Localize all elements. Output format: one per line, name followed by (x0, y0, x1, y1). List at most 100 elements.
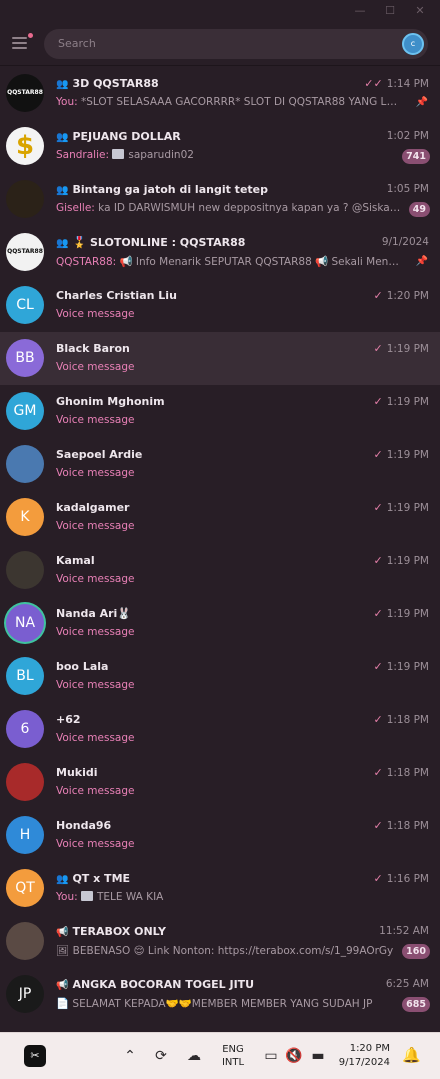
chat-row[interactable]: QT 👥 QT x TME ✓ 1:16 PM You: TELE WA KIA (0, 862, 440, 915)
title-bar: — ☐ ✕ (0, 0, 440, 22)
chat-name: Black Baron (56, 342, 360, 355)
group-icon: 👥 (56, 238, 69, 249)
chat-row[interactable]: BL boo Lala ✓ 1:19 PM Voice message (0, 650, 440, 703)
chat-row[interactable]: 6 +62 ✓ 1:18 PM Voice message (0, 703, 440, 756)
chat-time: 9/1/2024 (382, 236, 429, 248)
chat-preview: Voice message (56, 361, 429, 373)
chevron-up-icon[interactable]: ⌃ (122, 1046, 138, 1066)
search-input[interactable]: Search c (44, 29, 428, 59)
chat-avatar: $ (6, 127, 44, 165)
chat-row[interactable]: JP 📢 ANGKA BOCORAN TOGEL JITU 6:25 AM 📄 SELA… (0, 968, 440, 1021)
sync-icon[interactable]: ⟳ (152, 1046, 170, 1066)
close-button[interactable]: ✕ (408, 2, 432, 20)
chat-row[interactable]: GM Ghonim Mghonim ✓ 1:19 PM Voice message (0, 385, 440, 438)
preview-text: 📢 Info Menarik SEPUTAR QQSTAR88 📢 Sekali… (119, 256, 404, 268)
chat-name-text: boo Lala (56, 660, 109, 673)
chat-name: Mukidi (56, 766, 360, 779)
chat-name-text: Honda96 (56, 819, 112, 832)
chat-list: QQSTAR88 👥 3D QQSTAR88 ✓✓ 1:14 PM You: *SLOT … (0, 67, 440, 1032)
chat-avatar (6, 180, 44, 218)
chat-time-text: 1:14 PM (386, 78, 429, 90)
unread-badge: 49 (408, 202, 430, 217)
chat-time: ✓ 1:19 PM (373, 342, 429, 355)
chat-name-text: TERABOX ONLY (72, 925, 166, 938)
chat-avatar (6, 445, 44, 483)
check-icon: ✓ (373, 501, 383, 514)
clock[interactable]: 1:20 PM 9/17/2024 (336, 1042, 390, 1070)
check-icon: ✓ (373, 448, 383, 461)
channel-icon: 📢 (56, 980, 69, 991)
chat-name-text: 3D QQSTAR88 (72, 77, 159, 90)
chat-row[interactable]: Saepoel Ardie ✓ 1:19 PM Voice message (0, 438, 440, 491)
voice-message-label: Voice message (56, 308, 135, 320)
language-indicator[interactable]: ENG INTL (217, 1043, 249, 1069)
chat-time: ✓ 1:19 PM (373, 501, 429, 514)
chat-avatar: NA (6, 604, 44, 642)
chat-time-text: 1:02 PM (386, 130, 429, 142)
chat-row[interactable]: QQSTAR88 👥 3D QQSTAR88 ✓✓ 1:14 PM You: *SLOT … (0, 67, 440, 120)
chat-name: Nanda Ari🐰 (56, 607, 360, 620)
account-avatar[interactable]: c (402, 33, 424, 55)
chat-avatar: K (6, 498, 44, 536)
weather-icon[interactable]: ☁ (184, 1046, 204, 1066)
chat-time: 11:52 AM (379, 925, 429, 937)
chat-name: 👥 PEJUANG DOLLAR (56, 130, 360, 143)
chat-avatar: 6 (6, 710, 44, 748)
chat-row[interactable]: 📢 TERABOX ONLY 11:52 AM 🖼 BEBENASO 😌 Link N… (0, 915, 440, 968)
chat-avatar: CL (6, 286, 44, 324)
chat-preview: Voice message (56, 626, 429, 638)
check-icon: ✓ (373, 289, 383, 302)
voice-message-label: Voice message (56, 520, 135, 532)
chat-row[interactable]: Kkadalgamer ✓ 1:19 PM Voice message (0, 491, 440, 544)
preview-text: TELE WA KIA (96, 891, 164, 903)
check-icon: ✓ (373, 819, 383, 832)
chat-time-text: 1:18 PM (386, 820, 429, 832)
chat-row[interactable]: Kamal ✓ 1:19 PM Voice message (0, 544, 440, 597)
voice-message-label: Voice message (56, 573, 135, 585)
chat-avatar: GM (6, 392, 44, 430)
chat-avatar: QQSTAR88 (6, 74, 44, 112)
chat-name-text: kadalgamer (56, 501, 130, 514)
preview-text: ka ID DARWISMUH new deppositnya kapan ya… (98, 202, 404, 214)
voice-message-label: Voice message (56, 732, 135, 744)
chat-name: Honda96 (56, 819, 360, 832)
chat-row[interactable]: CL Charles Cristian Liu ✓ 1:20 PM Voice mess… (0, 279, 440, 332)
maximize-button[interactable]: ☐ (378, 2, 402, 20)
chat-time-text: 1:18 PM (386, 767, 429, 779)
pin-icon: 📌 (415, 97, 428, 108)
windows-taskbar: ✂ ⌃ ⟳ ☁ ENG INTL ▭ 🔇 ▬ 1:20 PM 9/17/2024… (0, 1032, 440, 1079)
chat-row[interactable]: 👥 Bintang ga jatoh di langit tetep 1:05 PM… (0, 173, 440, 226)
volume-mute-icon[interactable]: 🔇 (285, 1046, 303, 1066)
chat-time-text: 1:19 PM (386, 555, 429, 567)
chat-row[interactable]: $ 👥 PEJUANG DOLLAR 1:02 PM Sandralie: saparu… (0, 120, 440, 173)
telegram-window: — ☐ ✕ Search c QQSTAR88 👥 3D QQSTAR88 ✓✓ 1:1… (0, 0, 440, 1032)
chat-name-text: Black Baron (56, 342, 130, 355)
chat-row[interactable]: Mukidi ✓ 1:18 PM Voice message (0, 756, 440, 809)
chat-avatar: QT (6, 869, 44, 907)
battery-icon[interactable]: ▬ (309, 1046, 327, 1066)
capcut-icon[interactable]: ✂ (24, 1045, 46, 1067)
chat-preview: Voice message (56, 573, 429, 585)
minimize-button[interactable]: — (348, 2, 372, 20)
chat-row[interactable]: BB Black Baron ✓ 1:19 PM Voice message (0, 332, 440, 385)
chat-name: 👥 Bintang ga jatoh di langit tetep (56, 183, 360, 196)
chat-name-text: QT x TME (72, 872, 131, 885)
group-icon: 👥 (56, 132, 69, 143)
chat-preview: Voice message (56, 785, 429, 797)
check-icon: ✓ (373, 395, 383, 408)
network-icon[interactable]: ▭ (262, 1046, 280, 1066)
chat-preview: Voice message (56, 414, 429, 426)
notification-bell-icon[interactable]: 🔔 (402, 1046, 421, 1064)
preview-sender: You: (56, 891, 78, 903)
hamburger-menu-icon[interactable] (12, 33, 33, 51)
chat-row[interactable]: QQSTAR88 👥 🎖️ SLOTONLINE : QQSTAR88 9/1/202… (0, 226, 440, 279)
chat-preview: Voice message (56, 308, 429, 320)
preview-sender: Sandralie: (56, 149, 110, 161)
chat-name: Saepoel Ardie (56, 448, 360, 461)
voice-message-label: Voice message (56, 626, 135, 638)
check-icon: ✓ (373, 607, 383, 620)
chat-row[interactable]: H Honda96 ✓ 1:18 PM Voice message (0, 809, 440, 862)
chat-time: ✓ 1:19 PM (373, 554, 429, 567)
voice-message-label: Voice message (56, 467, 135, 479)
chat-row[interactable]: NA Nanda Ari🐰 ✓ 1:19 PM Voice message (0, 597, 440, 650)
